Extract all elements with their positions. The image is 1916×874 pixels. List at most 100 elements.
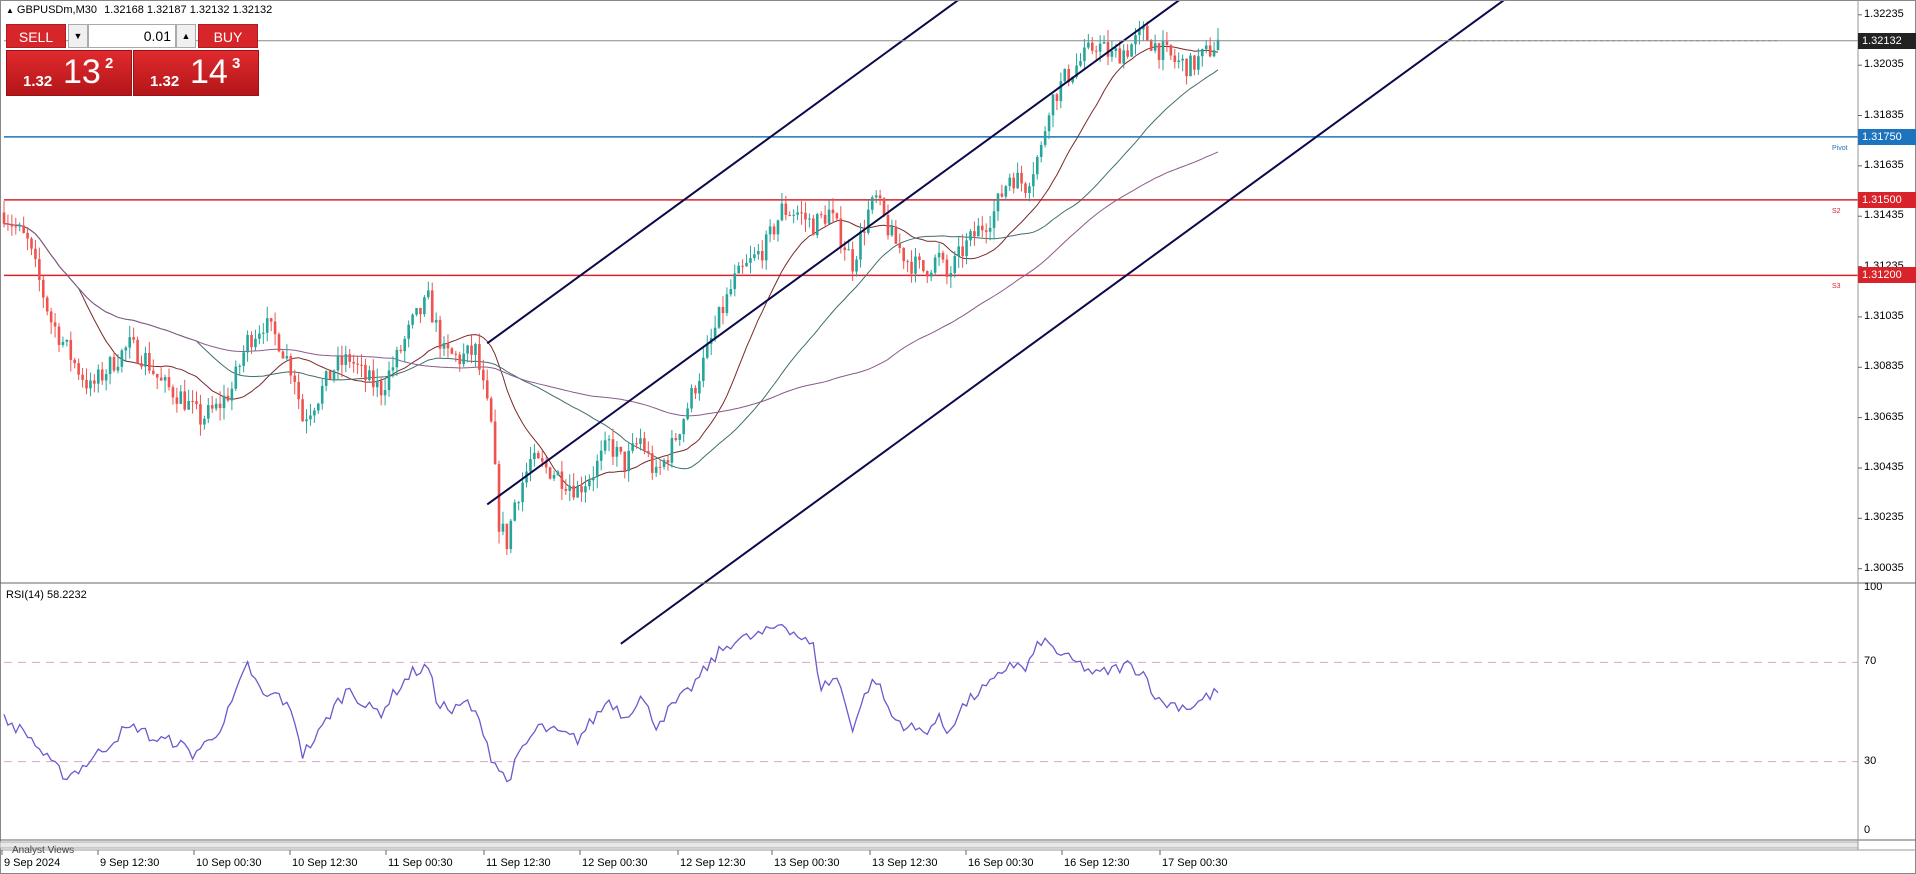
candle-body [847, 249, 850, 251]
candle-body [163, 377, 167, 381]
candle-body [863, 231, 866, 233]
candle-body [466, 345, 469, 354]
candle-body [957, 246, 960, 257]
candle-body [513, 502, 517, 521]
candle-body [1145, 26, 1149, 41]
rsi-scale-100: 100 [1864, 581, 1883, 593]
candle-body [419, 308, 422, 315]
candle-body [1079, 61, 1082, 66]
candle-body [478, 344, 481, 370]
candle [1130, 43, 1133, 57]
candle-body [57, 326, 61, 345]
candle-body [933, 257, 937, 273]
candle-body [96, 369, 100, 384]
candle-body [352, 361, 355, 364]
candle-body [552, 475, 556, 479]
candle-body [324, 371, 328, 386]
candle-body [760, 251, 764, 261]
candle-body [839, 218, 843, 248]
candle-body [195, 401, 198, 405]
candle-body [910, 261, 913, 274]
candle-body [144, 352, 147, 367]
candle-body [835, 213, 839, 219]
candle-body [780, 203, 784, 221]
candle-body [929, 272, 933, 277]
time-tick-label: 10 Sep 00:30 [196, 857, 262, 869]
candle-body [1059, 81, 1063, 101]
candle-body [210, 405, 214, 409]
lot-decrease-icon[interactable]: ▼ [68, 24, 88, 48]
candle-body [155, 373, 159, 378]
price-chart[interactable] [0, 0, 1916, 874]
price-tick-label: 1.30835 [1864, 360, 1904, 373]
analyst-views-label[interactable]: Analyst Views [12, 845, 74, 856]
candle-body [941, 252, 945, 260]
candle-body [191, 401, 194, 403]
triangle-up-icon[interactable]: ▲ [6, 6, 14, 15]
candle-body [482, 369, 485, 381]
candle-body [627, 450, 630, 472]
candle-body [89, 380, 92, 389]
candle [922, 260, 925, 273]
candle-body [788, 214, 792, 216]
candle-body [254, 338, 257, 348]
candle-body [949, 273, 953, 277]
candle-body [1028, 186, 1031, 194]
s2-price-label: 1.31500 [1858, 191, 1916, 208]
candle-body [517, 502, 520, 504]
candle-body [77, 363, 80, 375]
candle-body [309, 415, 312, 420]
candle-body [1181, 58, 1184, 61]
candle-body [1208, 45, 1212, 57]
candle-body [1098, 43, 1102, 52]
candle-body [953, 256, 957, 274]
candle [815, 212, 819, 239]
candle-body [670, 438, 674, 463]
candle [281, 350, 285, 359]
candle-body [41, 279, 45, 298]
candle-body [1165, 41, 1169, 46]
candle-body [250, 335, 253, 348]
candle-body [992, 211, 996, 228]
buy-price-box[interactable]: 1.32 14 3 [133, 50, 259, 96]
candle-body [34, 248, 37, 260]
s3-tag: S3 [1832, 283, 1841, 291]
candle-body [53, 322, 57, 327]
candle-body [73, 359, 77, 364]
candle [690, 384, 693, 413]
lot-increase-icon[interactable]: ▲ [176, 24, 196, 48]
time-tick-label: 9 Sep 2024 [4, 857, 61, 869]
candle-body [988, 227, 992, 232]
lot-size-input[interactable] [88, 24, 176, 48]
candle-body [489, 398, 493, 422]
candle-body [1153, 43, 1157, 51]
candle-body [867, 209, 870, 233]
candle-body [521, 482, 524, 503]
sell-button[interactable]: SELL [6, 24, 66, 48]
candle-body [348, 354, 352, 362]
candle-body [1185, 58, 1188, 77]
candle-body [124, 347, 128, 351]
candle-body [273, 321, 277, 335]
candle-body [556, 471, 560, 476]
candle-body [647, 451, 650, 454]
candle [497, 460, 501, 544]
candle-body [214, 403, 218, 409]
candle-body [886, 215, 890, 236]
candle-body [870, 197, 874, 210]
candle-body [206, 405, 210, 419]
candle-body [1055, 94, 1059, 101]
sell-price-box[interactable]: 1.32 13 2 [6, 50, 132, 96]
price-tick-label: 1.30635 [1864, 410, 1904, 423]
price-tick-label: 1.32235 [1864, 7, 1904, 20]
candle-body [140, 363, 143, 367]
candle-body [320, 385, 324, 404]
candle-body [823, 214, 827, 224]
candle-body [423, 297, 426, 315]
candle-body [592, 477, 595, 481]
candle-body [218, 403, 222, 409]
buy-button[interactable]: BUY [198, 24, 258, 48]
candle-body [120, 350, 124, 367]
candle-body [81, 374, 84, 380]
candle-body [395, 349, 399, 368]
